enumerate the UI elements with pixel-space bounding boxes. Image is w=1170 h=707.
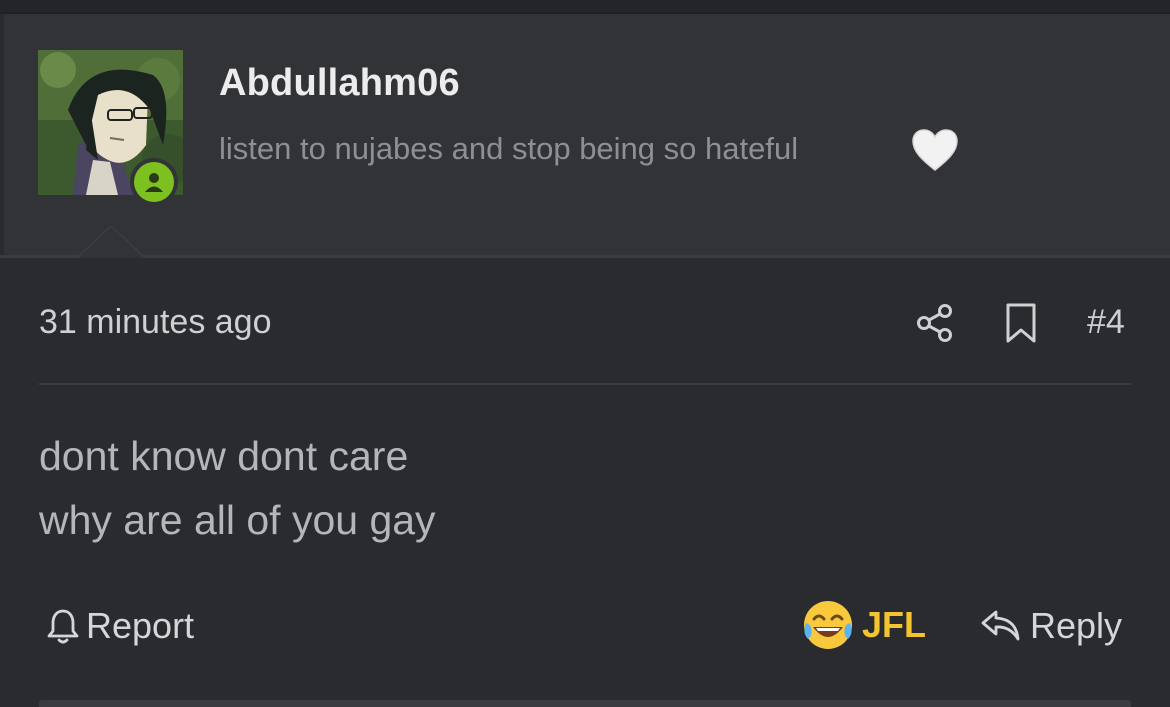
next-post-edge bbox=[39, 700, 1131, 707]
bookmark-icon[interactable] bbox=[1002, 302, 1040, 344]
jfl-label: JFL bbox=[862, 604, 927, 645]
post-body-line: why are all of you gay bbox=[39, 497, 436, 543]
previous-post-edge bbox=[0, 0, 1170, 12]
reply-label: Reply bbox=[1030, 605, 1123, 646]
bell-icon bbox=[47, 609, 79, 644]
report-button[interactable]: Report bbox=[46, 604, 194, 648]
user-status-icon bbox=[134, 162, 174, 202]
reply-arrow-icon bbox=[981, 610, 1020, 641]
face-with-tears-of-joy-icon bbox=[804, 601, 852, 649]
author-username[interactable]: Abdullahm06 bbox=[219, 62, 460, 105]
post-body-line: dont know dont care bbox=[39, 433, 409, 479]
white-heart-icon bbox=[912, 129, 958, 171]
report-label: Report bbox=[86, 605, 195, 646]
post-number-link[interactable]: #4 bbox=[1087, 303, 1125, 342]
online-status-badge bbox=[130, 158, 178, 206]
header-notch bbox=[78, 226, 144, 258]
reply-button[interactable]: Reply bbox=[980, 604, 1122, 648]
post-meta-divider bbox=[39, 383, 1131, 385]
share-icon[interactable] bbox=[914, 302, 956, 344]
post-timestamp[interactable]: 31 minutes ago bbox=[39, 303, 272, 342]
jfl-reaction-button[interactable]: JFL bbox=[802, 598, 926, 652]
header-divider bbox=[0, 255, 1170, 258]
author-signature: listen to nujabes and stop being so hate… bbox=[219, 131, 799, 166]
